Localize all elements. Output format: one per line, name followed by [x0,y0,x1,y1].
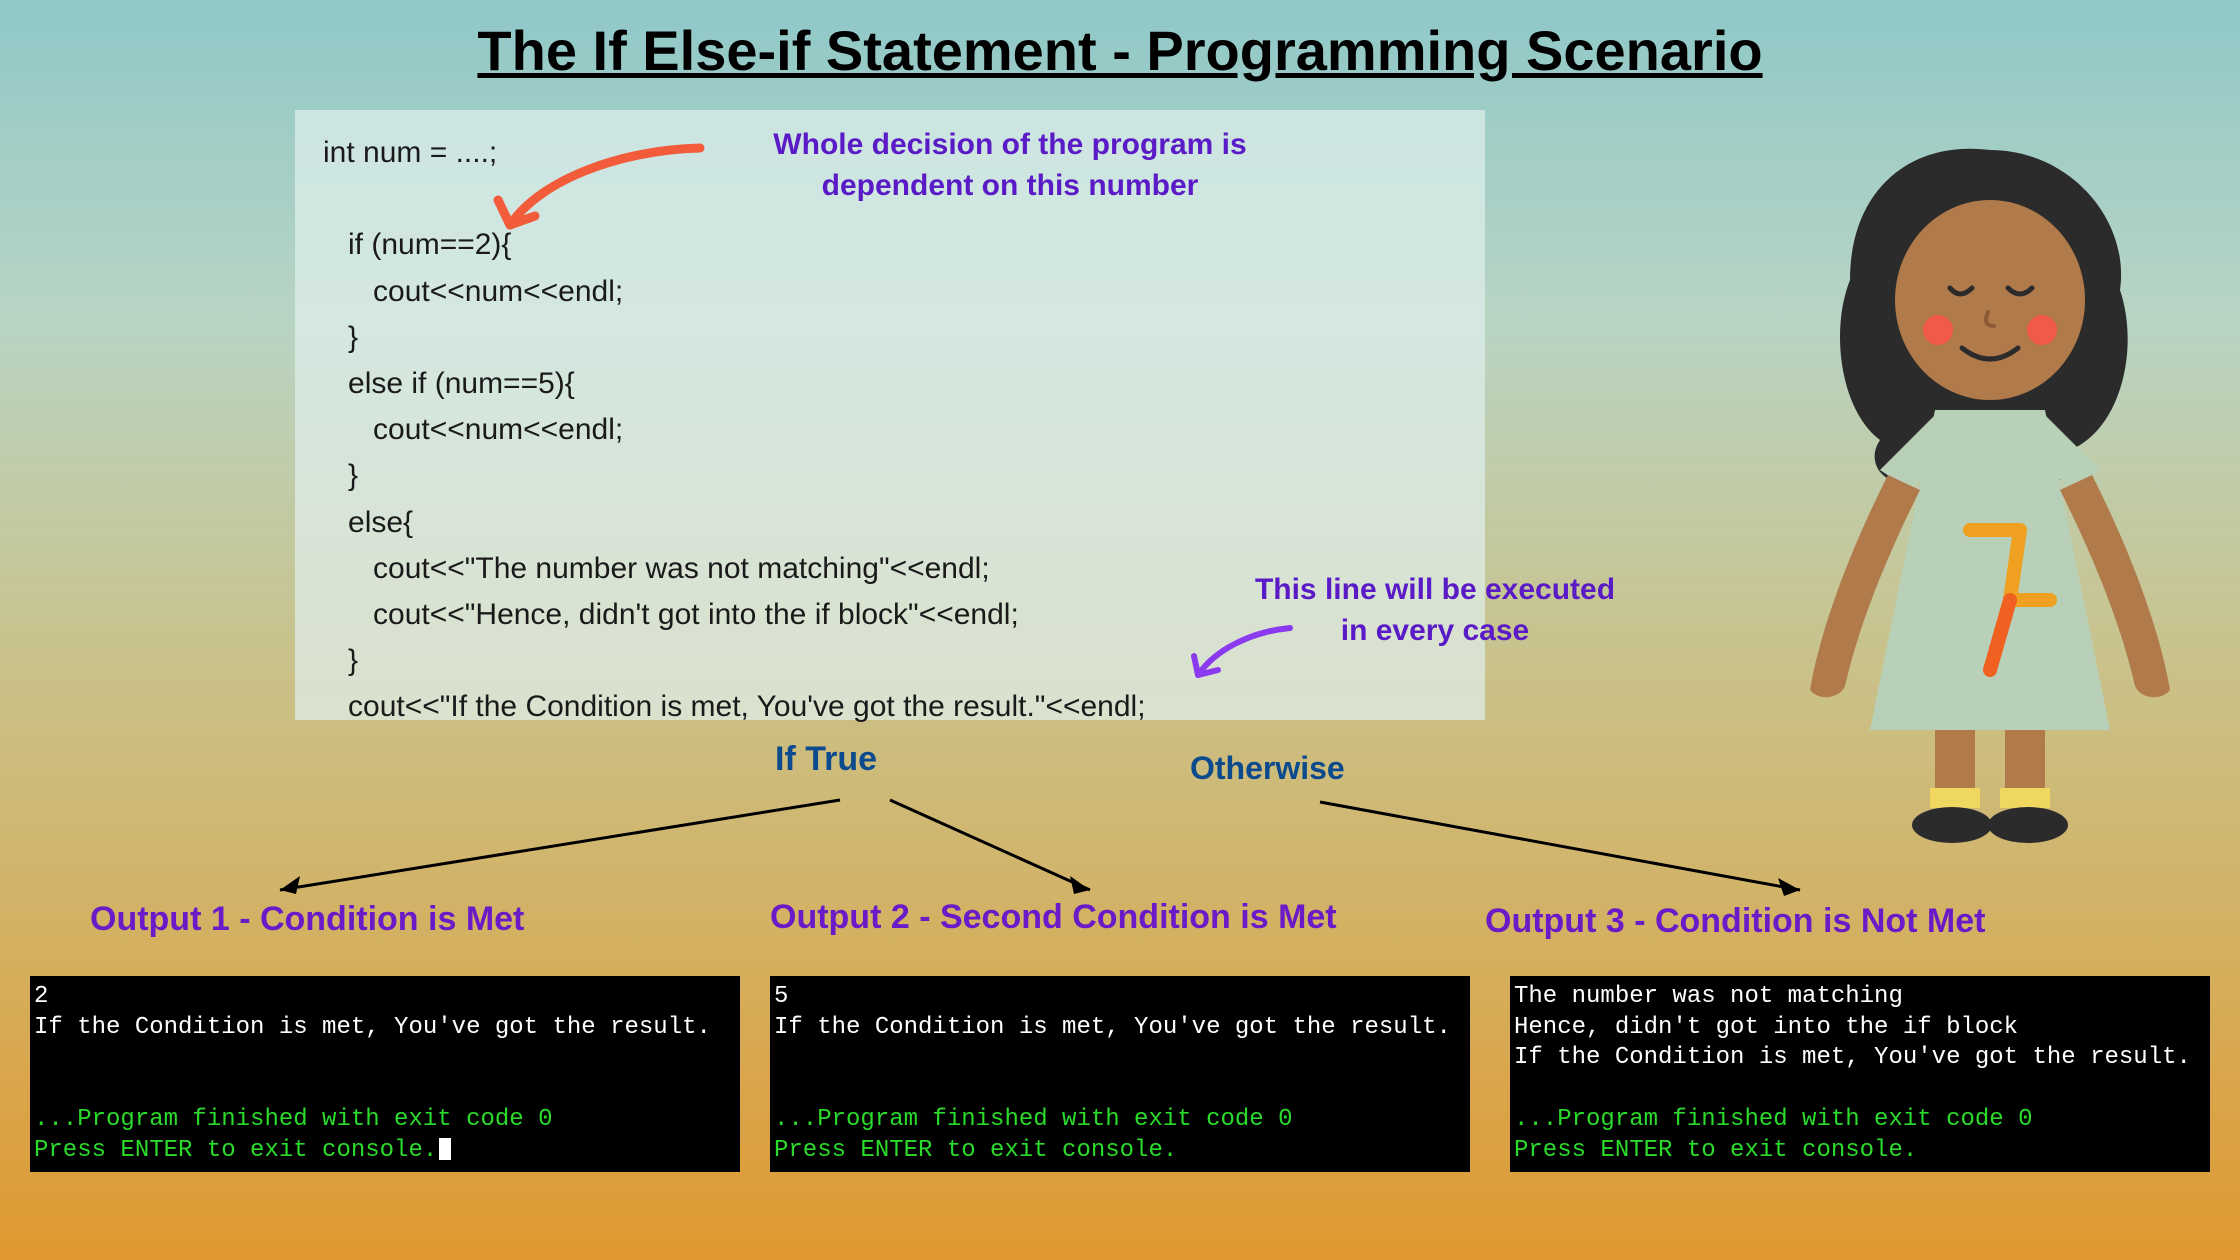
page-title: The If Else-if Statement - Programming S… [0,0,2240,83]
console-output-2: 5 If the Condition is met, You've got th… [770,976,1470,1172]
code-line: cout<<num<<endl; [323,269,1457,315]
code-line: } [323,315,1457,361]
console-line: If the Condition is met, You've got the … [774,1013,1466,1044]
console-line [1514,1074,2206,1105]
console-output-3: The number was not matching Hence, didn'… [1510,976,2210,1172]
branch-arrows-icon [250,790,1850,910]
output-label-2: Output 2 - Second Condition is Met [770,898,1337,937]
output-label-3: Output 3 - Condition is Not Met [1485,902,1985,941]
console-line: If the Condition is met, You've got the … [34,1013,736,1044]
annotation-decision: Whole decision of the program is depende… [700,125,1320,206]
console-line: Hence, didn't got into the if block [1514,1013,2206,1044]
console-line: ...Program finished with exit code 0 [34,1105,736,1136]
console-line: 5 [774,982,1466,1013]
console-line: ...Program finished with exit code 0 [774,1105,1466,1136]
code-line: cout<<num<<endl; [323,407,1457,453]
console-line [774,1074,1466,1105]
code-line: } [323,453,1457,499]
console-line [34,1074,736,1105]
console-output-1: 2 If the Condition is met, You've got th… [30,976,740,1172]
code-line: cout<<"If the Condition is met, You've g… [323,684,1457,730]
console-line [774,1043,1466,1074]
console-line: Press ENTER to exit console. [34,1136,736,1167]
arrow-decision-icon [480,130,720,240]
code-line: else{ [323,500,1457,546]
console-line: Press ENTER to exit console. [774,1136,1466,1167]
console-line: 2 [34,982,736,1013]
console-line: Press ENTER to exit console. [1514,1136,2206,1167]
code-line: else if (num==5){ [323,361,1457,407]
character-illustration [1760,130,2220,850]
branch-label-otherwise: Otherwise [1190,750,1345,787]
console-line: ...Program finished with exit code 0 [1514,1105,2206,1136]
branch-label-if-true: If True [775,740,877,779]
console-line: The number was not matching [1514,982,2206,1013]
cursor-icon [439,1138,451,1160]
console-line: If the Condition is met, You've got the … [1514,1043,2206,1074]
annotation-everycase: This line will be executed in every case [1245,570,1625,651]
output-label-1: Output 1 - Condition is Met [90,900,524,939]
console-line [34,1043,736,1074]
